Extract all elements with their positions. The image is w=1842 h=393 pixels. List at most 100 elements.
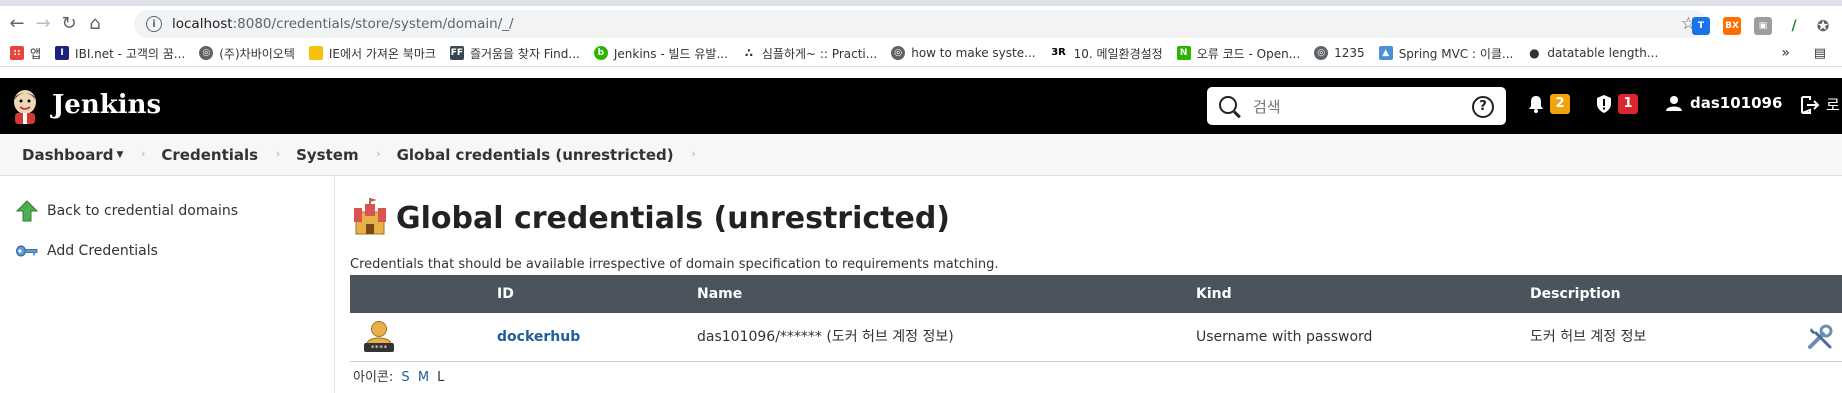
credential-id: dockerhub	[497, 313, 580, 361]
up-arrow-icon	[16, 200, 38, 222]
user-icon	[1666, 96, 1682, 111]
back-to-domains-link[interactable]: Back to credential domains	[16, 200, 238, 222]
search-icon	[1219, 96, 1237, 114]
bookmarks-overflow-icon[interactable]: »	[1781, 45, 1790, 61]
svg-text:****: ****	[371, 344, 388, 352]
back-to-domains-label: Back to credential domains	[47, 203, 239, 219]
help-icon[interactable]: ?	[1472, 96, 1494, 118]
bookmark-item[interactable]: ● datatable length...	[1527, 46, 1658, 60]
configure-tools-icon[interactable]	[1806, 323, 1834, 351]
bookmark-item[interactable]: FF 즐거움을 찾자 Find...	[449, 45, 580, 62]
globe-icon: ◎	[891, 46, 906, 60]
security-button[interactable]: 1	[1596, 94, 1638, 114]
forward-icon[interactable]: →	[30, 10, 56, 36]
logout-button[interactable]: 로	[1800, 94, 1840, 115]
back-icon[interactable]: ←	[4, 10, 30, 36]
reading-list-icon[interactable]: ▤	[1814, 46, 1826, 61]
bookmark-item[interactable]: ▲ Spring MVC : 이클...	[1378, 45, 1513, 62]
breadcrumb-global-credentials[interactable]: Global credentials (unrestricted)	[397, 146, 674, 164]
logout-label: 로	[1826, 96, 1840, 114]
extension-icon[interactable]: /	[1785, 17, 1803, 35]
icon-size-medium[interactable]: M	[418, 370, 429, 385]
shield-icon	[1597, 95, 1611, 113]
column-header-id[interactable]: ID	[497, 275, 514, 313]
table-header: ID Name Kind Description	[350, 275, 1842, 313]
credential-description: 도커 허브 계정 정보	[1530, 329, 1647, 345]
add-credentials-link[interactable]: Add Credentials	[16, 243, 158, 259]
icon-size-small[interactable]: S	[401, 370, 409, 385]
ibi-icon: I	[55, 46, 70, 60]
blog-icon: b	[593, 46, 608, 60]
breadcrumb: Dashboard ▼ › Credentials › System › Glo…	[0, 134, 1842, 176]
bookmark-item[interactable]: b Jenkins - 빌드 유발...	[593, 45, 728, 62]
username: das101096	[1690, 94, 1783, 112]
site-info-icon[interactable]: i	[146, 16, 162, 32]
table-row: **** dockerhub das101096/****** (도커 허브 계…	[350, 313, 1842, 362]
logout-icon	[1801, 95, 1820, 114]
bookmark-item[interactable]: N 오류 코드 - Open...	[1176, 45, 1300, 62]
column-header-kind[interactable]: Kind	[1196, 275, 1232, 313]
column-header-name[interactable]: Name	[697, 275, 742, 313]
dots-icon: ∴	[741, 46, 756, 60]
apps-grid-icon: ::	[10, 46, 24, 60]
breadcrumb-system[interactable]: System	[296, 146, 358, 164]
bookmarks-bar: :: 앱 I IBI.net - 고객의 꿈... ◎ (주)차바이오텍 IE에서 가…	[0, 40, 1842, 67]
notifications-badge: 2	[1550, 94, 1570, 114]
reload-icon[interactable]: ↻	[56, 10, 82, 36]
notifications-button[interactable]: 2	[1528, 94, 1570, 114]
credential-id-link[interactable]: dockerhub	[497, 329, 580, 345]
bookmark-item[interactable]: IE에서 가져온 북마크	[308, 45, 436, 62]
breadcrumb-separator: ›	[691, 149, 696, 160]
side-panel: Back to credential domains Add Credentia…	[0, 176, 335, 393]
castle-icon	[354, 198, 386, 235]
page-description: Credentials that should be available irr…	[350, 257, 999, 272]
credential-kind: Username with password	[1196, 329, 1373, 345]
breadcrumb-credentials[interactable]: Credentials	[161, 146, 258, 164]
bookmark-item[interactable]: ◎ (주)차바이오텍	[199, 45, 295, 62]
user-menu[interactable]: das101096	[1666, 94, 1782, 112]
search-box: ?	[1207, 87, 1506, 125]
bookmark-item[interactable]: ∴ 심플하게~ :: Practi...	[741, 45, 877, 62]
extensions-puzzle-icon[interactable]: ✪	[1814, 17, 1832, 35]
ff-icon: FF	[449, 46, 464, 60]
add-credentials-label: Add Credentials	[47, 243, 158, 259]
bookmark-item[interactable]: ◎ 1235	[1314, 46, 1365, 60]
bookmark-item[interactable]: 3R 10. 메일환경설정	[1049, 45, 1163, 62]
breadcrumb-separator: ›	[141, 149, 146, 160]
3r-icon: 3R	[1049, 46, 1068, 60]
browser-toolbar: ← → ↻ ⌂ i localhost:8080/credentials/sto…	[0, 6, 1842, 40]
jenkins-header: Jenkins ? 2 1 das101096 로	[0, 78, 1842, 134]
jenkins-logo-icon[interactable]	[10, 88, 40, 124]
globe-icon: ◎	[1314, 46, 1329, 60]
credentials-table: ID Name Kind Description **** dockerhub …	[350, 275, 1842, 362]
bookmark-item[interactable]: :: 앱	[10, 45, 41, 62]
bookmark-item[interactable]: I IBI.net - 고객의 꿈...	[55, 45, 185, 62]
paw-icon: ●	[1527, 46, 1542, 60]
page-heading: Global credentials (unrestricted)	[350, 198, 950, 238]
extension-icon[interactable]: BX	[1723, 17, 1741, 35]
address-url: localhost:8080/credentials/store/system/…	[172, 16, 514, 32]
icon-size-selector: 아이콘: S M L	[353, 366, 444, 385]
address-bar[interactable]: i localhost:8080/credentials/store/syste…	[134, 10, 1708, 38]
credential-name: das101096/****** (도커 허브 계정 정보)	[697, 329, 954, 345]
folder-icon	[308, 46, 323, 60]
globe-icon: ◎	[199, 46, 214, 60]
breadcrumb-separator: ›	[376, 149, 381, 160]
jenkins-brand[interactable]: Jenkins	[52, 90, 161, 120]
security-badge: 1	[1618, 94, 1638, 114]
icon-size-label: 아이콘:	[353, 370, 394, 385]
bookmark-item[interactable]: ◎ how to make syste...	[891, 46, 1036, 60]
extension-icon[interactable]: ▣	[1754, 17, 1772, 35]
page-title: Global credentials (unrestricted)	[396, 200, 951, 236]
naver-icon: N	[1176, 46, 1191, 60]
search-input[interactable]	[1251, 95, 1455, 119]
column-header-description[interactable]: Description	[1530, 275, 1621, 313]
chevron-down-icon[interactable]: ▼	[116, 150, 123, 160]
extension-icon[interactable]: T	[1692, 17, 1710, 35]
breadcrumb-dashboard[interactable]: Dashboard	[22, 146, 113, 164]
bell-icon	[1529, 96, 1543, 113]
icon-size-large: L	[437, 370, 445, 385]
credential-user-icon: ****	[364, 321, 394, 352]
key-icon	[16, 245, 38, 257]
home-icon[interactable]: ⌂	[82, 10, 108, 36]
